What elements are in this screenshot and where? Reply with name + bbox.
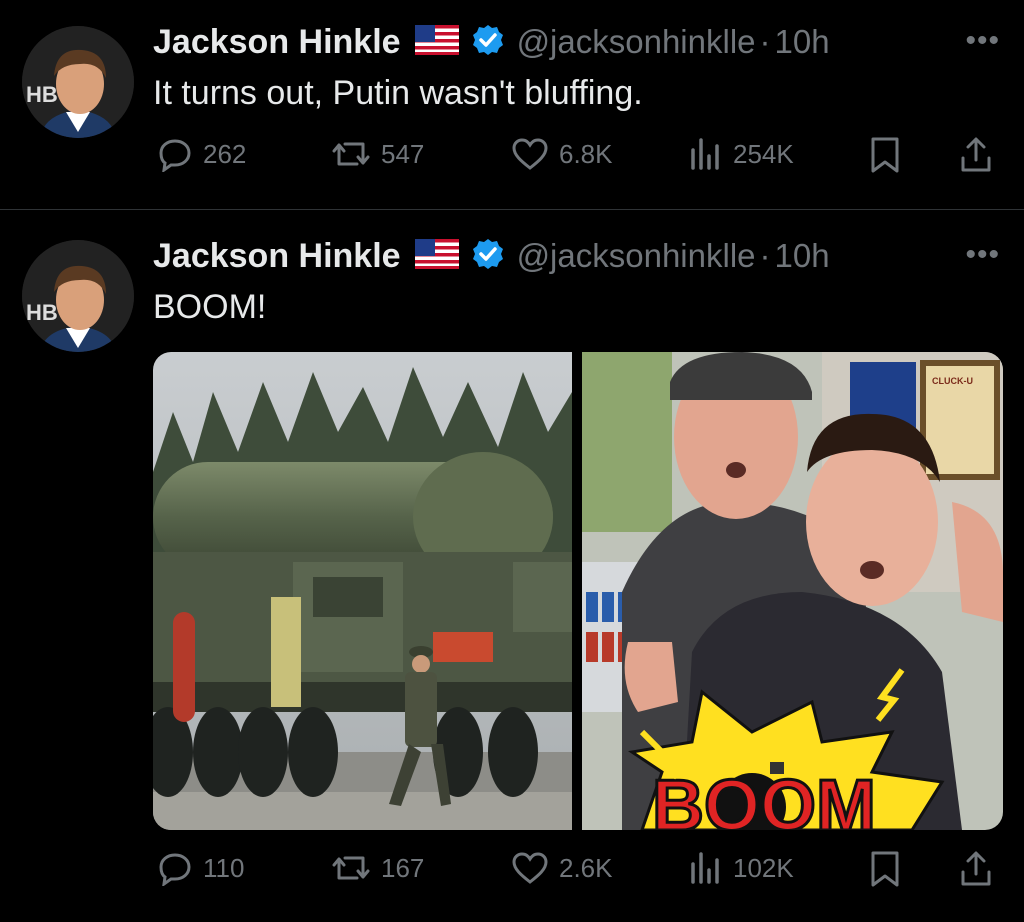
author-handle[interactable]: @jacksonhinklle — [517, 23, 756, 61]
views-count: 254K — [733, 138, 794, 169]
bookmark-icon — [871, 137, 899, 173]
repost-button[interactable]: 547 — [331, 136, 424, 172]
missile-launcher-photo[interactable] — [153, 352, 572, 830]
reply-count: 110 — [203, 852, 245, 883]
author-avatar[interactable]: HB — [22, 240, 134, 352]
time-separator: · — [759, 23, 771, 60]
verified-badge-icon[interactable] — [471, 237, 505, 276]
share-button[interactable] — [959, 850, 1003, 888]
repost-icon — [332, 856, 370, 880]
like-count: 6.8K — [559, 138, 613, 169]
boom-overlay-text: BOOM — [652, 766, 876, 830]
author-handle[interactable]: @jacksonhinklle — [517, 237, 756, 275]
author-name[interactable]: Jackson Hinkle — [153, 23, 401, 62]
like-count: 2.6K — [559, 852, 613, 883]
reply-icon — [159, 853, 191, 886]
reply-count: 262 — [203, 138, 247, 169]
share-icon — [961, 851, 991, 886]
time-separator: · — [759, 237, 771, 274]
repost-count: 547 — [381, 138, 425, 169]
avatar-badge: HB — [26, 82, 58, 107]
avatar-badge: HB — [26, 300, 58, 325]
tweet-actions: 110 167 2.6K 102K — [153, 850, 1003, 890]
reply-button[interactable]: 110 — [157, 850, 244, 886]
views-chart-icon — [691, 138, 719, 170]
views-chart-icon — [691, 852, 719, 884]
share-icon — [961, 137, 991, 172]
tweet-header: Jackson Hinkle @jacksonhinklle · 10h — [153, 234, 830, 278]
tweet-text: It turns out, Putin wasn't bluffing. — [153, 74, 643, 112]
tweet-header: Jackson Hinkle @jacksonhinklle · 10h — [153, 20, 830, 64]
tweet-actions: 262 547 6.8K 254K — [153, 136, 1003, 176]
views-button[interactable]: 254K — [689, 136, 794, 172]
like-button[interactable]: 6.8K — [511, 136, 613, 172]
tweet-media[interactable]: CLUCK-U BOOM — [153, 352, 1003, 830]
bookmark-button[interactable] — [869, 136, 911, 174]
repost-count: 167 — [381, 852, 425, 883]
share-button[interactable] — [959, 136, 1003, 174]
more-options-button[interactable]: ••• — [965, 238, 1000, 272]
us-flag-icon — [414, 24, 459, 60]
tweet-time[interactable]: 10h — [775, 23, 830, 61]
reply-button[interactable]: 262 — [157, 136, 246, 172]
tweet-time[interactable]: 10h — [775, 237, 830, 275]
boom-reaction-photo[interactable]: CLUCK-U BOOM — [582, 352, 1003, 830]
tweet-text: BOOM! — [153, 288, 267, 326]
bookmark-button[interactable] — [869, 850, 911, 888]
us-flag-icon — [414, 238, 459, 274]
more-options-button[interactable]: ••• — [965, 24, 1000, 58]
repost-icon — [332, 142, 370, 166]
heart-icon — [512, 852, 548, 884]
reply-icon — [159, 139, 191, 172]
repost-button[interactable]: 167 — [331, 850, 424, 886]
author-name[interactable]: Jackson Hinkle — [153, 237, 401, 276]
menu-sign-text: CLUCK-U — [932, 376, 973, 386]
views-count: 102K — [733, 852, 794, 883]
author-avatar[interactable]: HB — [22, 26, 134, 138]
tweet-2[interactable]: HB Jackson Hinkle @jacksonhinklle · 10h … — [0, 210, 1024, 922]
bookmark-icon — [871, 851, 899, 887]
tweet-1[interactable]: HB Jackson Hinkle @jacksonhinklle · 10h … — [0, 0, 1024, 209]
verified-badge-icon[interactable] — [471, 23, 505, 62]
views-button[interactable]: 102K — [689, 850, 794, 886]
like-button[interactable]: 2.6K — [511, 850, 613, 886]
heart-icon — [512, 138, 548, 170]
